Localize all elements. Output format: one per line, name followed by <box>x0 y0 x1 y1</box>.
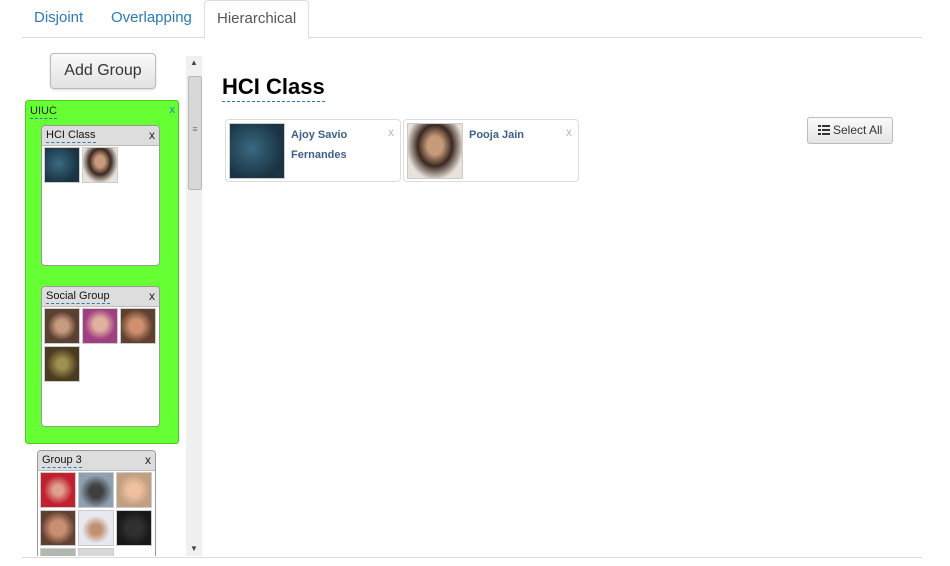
group-social-group[interactable]: Social Group x <box>41 286 160 427</box>
member-photo-thumb[interactable] <box>120 308 156 344</box>
group-close-icon[interactable]: x <box>149 289 155 303</box>
scroll-down-icon[interactable]: ▼ <box>186 542 202 556</box>
group-header: Social Group x <box>42 287 159 307</box>
member-card[interactable]: Ajoy Savio Fernandes x <box>225 119 401 182</box>
add-group-button[interactable]: Add Group <box>50 53 156 89</box>
parent-group-title[interactable]: UIUC <box>30 105 57 119</box>
member-photo-thumb[interactable] <box>116 510 152 546</box>
group-title[interactable]: HCI Class <box>46 129 96 143</box>
group-header: Group 3 x <box>38 451 155 471</box>
page-title[interactable]: HCI Class <box>222 74 325 102</box>
member-photo-thumb[interactable] <box>78 472 114 508</box>
scroll-up-icon[interactable]: ▲ <box>186 56 202 70</box>
member-photo-thumb[interactable] <box>78 548 114 556</box>
member-photo-thumb[interactable] <box>44 346 80 382</box>
tab-bar: Disjoint Overlapping Hierarchical <box>22 0 922 39</box>
member-photo-thumb[interactable] <box>44 147 80 183</box>
member-photo-thumb[interactable] <box>40 548 76 556</box>
member-name: Pooja Jain <box>469 129 525 141</box>
member-name: Ajoy Savio Fernandes <box>291 129 348 161</box>
parent-group-close-icon[interactable]: x <box>170 104 176 116</box>
remove-member-icon[interactable]: x <box>566 125 572 139</box>
member-photo-thumb[interactable] <box>116 472 152 508</box>
tab-hierarchical[interactable]: Hierarchical <box>204 0 310 39</box>
select-all-button[interactable]: Select All <box>807 117 893 144</box>
bottom-divider <box>22 557 922 558</box>
sidebar-scrollbar[interactable]: ▲ ≡ ▼ <box>186 56 202 556</box>
tab-disjoint[interactable]: Disjoint <box>22 0 95 36</box>
select-all-label: Select All <box>832 123 883 137</box>
remove-member-icon[interactable]: x <box>388 125 394 139</box>
group-title[interactable]: Group 3 <box>42 454 82 468</box>
member-photo-thumb[interactable] <box>82 308 118 344</box>
member-photo-thumb[interactable] <box>78 510 114 546</box>
member-photo-thumb[interactable] <box>40 472 76 508</box>
grip-icon: ≡ <box>192 124 198 134</box>
group-3[interactable]: Group 3 x <box>37 450 156 556</box>
member-photo-thumb[interactable] <box>40 510 76 546</box>
parent-group-uiuc[interactable]: UIUC x HCI Class x Social Group x <box>25 100 179 444</box>
member-photo <box>229 123 285 179</box>
group-close-icon[interactable]: x <box>149 128 155 142</box>
member-card[interactable]: Pooja Jain x <box>403 119 579 182</box>
tab-overlapping[interactable]: Overlapping <box>99 0 204 36</box>
group-close-icon[interactable]: x <box>145 453 151 467</box>
group-hci-class[interactable]: HCI Class x <box>41 125 160 266</box>
member-photo-thumb[interactable] <box>44 308 80 344</box>
scroll-thumb[interactable]: ≡ <box>188 76 202 190</box>
list-icon <box>817 125 830 135</box>
member-photo <box>407 123 463 179</box>
member-photo-thumb[interactable] <box>82 147 118 183</box>
group-sidebar: Add Group UIUC x HCI Class x Social Grou… <box>22 50 202 556</box>
group-header: HCI Class x <box>42 126 159 146</box>
group-title[interactable]: Social Group <box>46 290 110 304</box>
